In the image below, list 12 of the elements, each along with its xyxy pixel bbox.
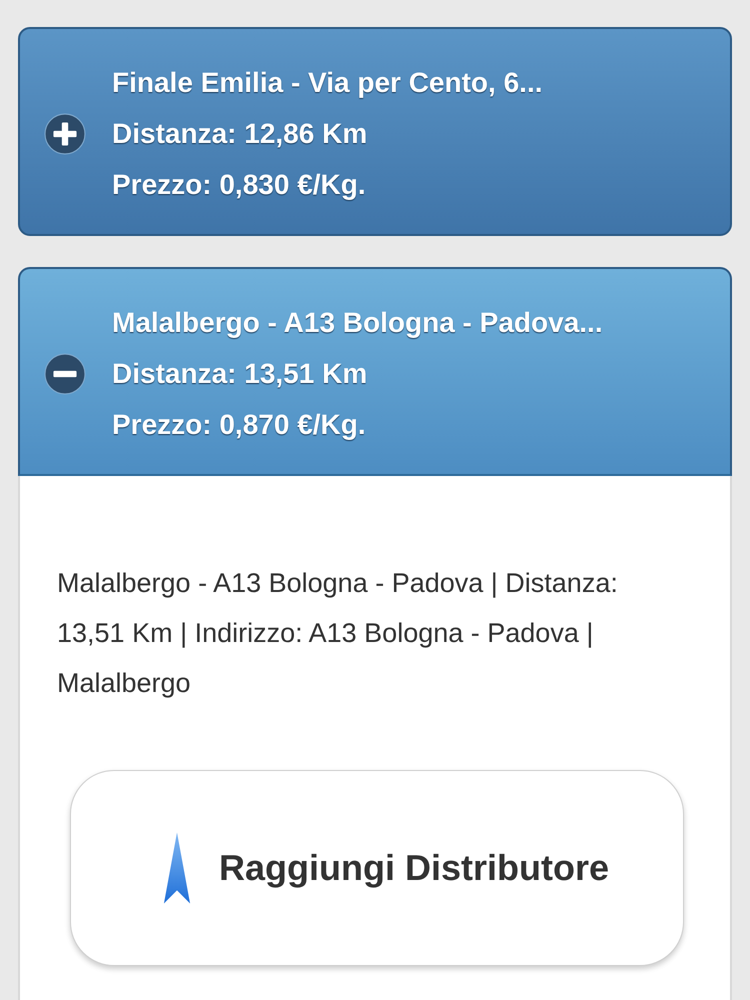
minus-icon [44, 352, 86, 394]
distance-text: Distanza: 13,51 Km [112, 357, 368, 391]
station-name: Malalbergo - A13 Bologna - Padova... [112, 306, 603, 340]
distance-text: Distanza: 12,86 Km [112, 117, 368, 151]
plus-icon [44, 112, 86, 154]
station-name: Finale Emilia - Via per Cento, 6... [112, 66, 542, 100]
collapsible-header[interactable]: Malalbergo - A13 Bologna - Padova... Distanza: 13,51 Km Prezzo: 0,870 €/Kg. [18, 267, 732, 476]
collapsible-header[interactable]: Finale Emilia - Via per Cento, 6... Distanza: 12,86 Km Prezzo: 0,830 €/Kg. [18, 27, 732, 236]
navigate-button[interactable]: Raggiungi Distributore [70, 770, 684, 966]
price-text: Prezzo: 0,870 €/Kg. [112, 408, 367, 442]
price-text: Prezzo: 0,830 €/Kg. [112, 168, 367, 202]
station-details: Malalbergo - A13 Bologna - Padova | Distanza: 13,51 Km | Indirizzo: A13 Bologna - Padova | Malalbergo [57, 567, 619, 700]
